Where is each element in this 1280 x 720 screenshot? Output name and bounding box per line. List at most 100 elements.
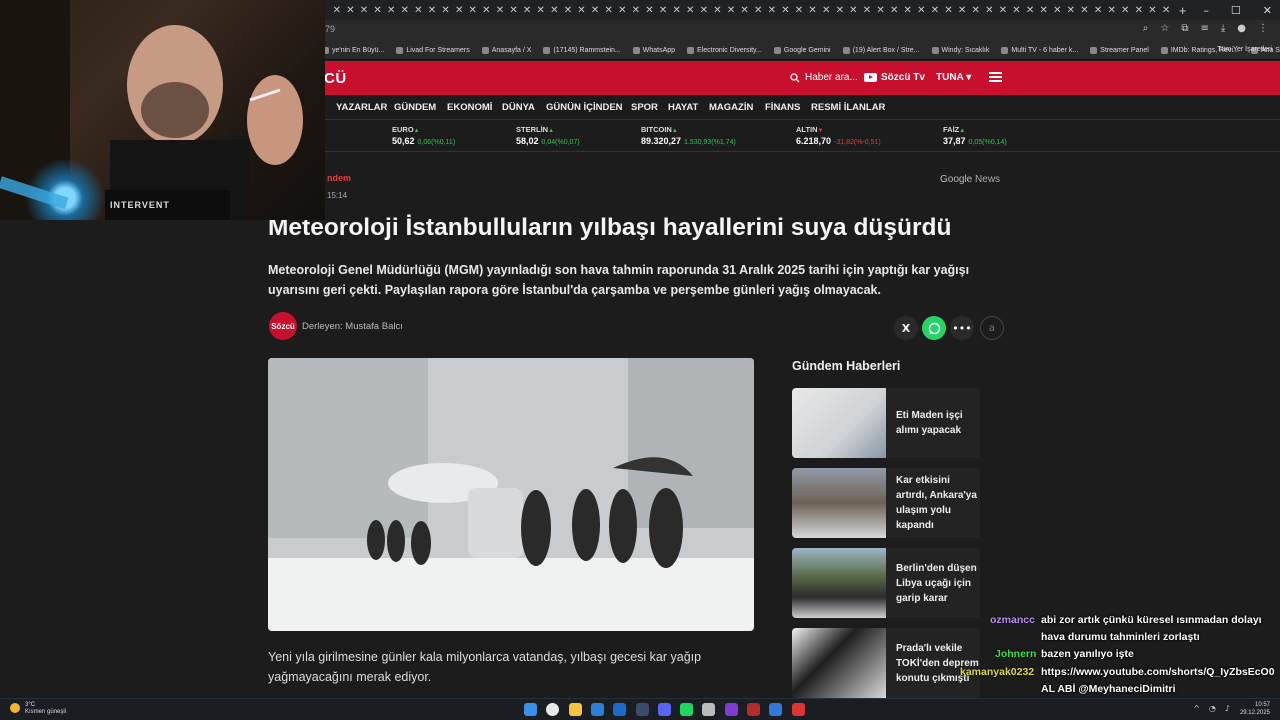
bookmark-item[interactable]: (19) Alert Box / Stre... [842,47,920,54]
nav-item[interactable]: SPOR [631,102,658,113]
tab-close-icon[interactable]: ✕ [819,0,833,20]
tab-close-icon[interactable]: ✕ [711,0,725,20]
tab-close-icon[interactable]: ✕ [398,0,412,20]
bookmark-item[interactable]: Multi TV - 6 haber k... [1001,47,1078,54]
tab-close-icon[interactable]: ✕ [371,0,385,20]
tab-close-icon[interactable]: ✕ [887,0,901,20]
tab-close-icon[interactable]: ✕ [507,0,521,20]
maximize-icon[interactable]: ☐ [1231,4,1241,17]
tab-close-icon[interactable]: ✕ [724,0,738,20]
tab-close-icon[interactable]: ✕ [1091,0,1105,20]
tab-close-icon[interactable]: ✕ [534,0,548,20]
steam-icon[interactable] [613,703,627,716]
share-whatsapp-button[interactable] [922,316,946,340]
volume-icon[interactable]: ♪ [1225,704,1230,713]
share-x-button[interactable]: X [894,316,918,340]
bookmark-item[interactable]: Google Gemini [773,47,831,54]
tab-close-icon[interactable]: ✕ [493,0,507,20]
tab-close-icon[interactable]: ✕ [1010,0,1024,20]
tab-close-icon[interactable]: ✕ [629,0,643,20]
bookmark-item[interactable]: Livad For Streamers [396,47,470,54]
app-icon[interactable] [769,703,783,716]
nav-item[interactable]: HAYAT [668,102,698,113]
tab-close-icon[interactable]: ✕ [330,0,344,20]
weather-widget[interactable]: 3°C Kısmen güneşli [25,702,66,716]
obs-icon[interactable] [791,703,805,716]
reader-icon[interactable]: ≡ [1200,23,1208,34]
tab-close-icon[interactable]: ✕ [847,0,861,20]
tab-close-icon[interactable]: ✕ [969,0,983,20]
tab-close-icon[interactable]: ✕ [357,0,371,20]
tab-close-icon[interactable]: ✕ [996,0,1010,20]
tab-close-icon[interactable]: ✕ [1050,0,1064,20]
tab-close-icon[interactable]: ✕ [955,0,969,20]
url-text[interactable]: 79 [325,24,335,34]
folder-icon[interactable] [568,703,582,716]
ticker-item[interactable]: ALTIN▼ 6.218,70 -31,82(%-0,51) [796,125,881,146]
tab-close-icon[interactable]: ✕ [874,0,888,20]
profile-icon[interactable]: ● [1237,23,1246,34]
site-logo[interactable]: CÜ [324,70,347,87]
tab-close-icon[interactable]: ✕ [1078,0,1092,20]
share-more-button[interactable]: ••• [950,316,974,340]
tab-close-icon[interactable]: ✕ [575,0,589,20]
tab-close-icon[interactable]: ✕ [425,0,439,20]
hamburger-menu-icon[interactable] [989,72,1002,82]
download-icon[interactable]: ⤓ [1221,23,1225,34]
tab-close-icon[interactable]: ✕ [602,0,616,20]
tab-close-icon[interactable]: ✕ [1159,0,1173,20]
tab-close-icon[interactable]: ✕ [480,0,494,20]
nav-item[interactable]: YAZARLAR [336,102,387,113]
tab-close-icon[interactable]: ✕ [1037,0,1051,20]
browser-icon[interactable] [546,703,560,716]
nav-item[interactable]: FİNANS [765,102,800,113]
tab-close-icon[interactable]: ✕ [806,0,820,20]
tab-close-icon[interactable]: ✕ [1132,0,1146,20]
system-clock[interactable]: 10:57 29.12.2025 [1240,701,1270,717]
sidebar-news-item[interactable]: Prada'lı vekile TOKİ'den deprem konutu ç… [792,628,980,698]
menu-dots-icon[interactable]: ⋮ [1258,23,1268,34]
ticker-item[interactable]: FAİZ▲ 37,87 0,05(%0,14) [943,125,1007,146]
extensions-icon[interactable]: ⧉ [1181,23,1188,34]
tab-close-icon[interactable]: ✕ [779,0,793,20]
tab-close-icon[interactable]: ✕ [833,0,847,20]
tab-close-icon[interactable]: ✕ [520,0,534,20]
tab-close-icon[interactable]: ✕ [901,0,915,20]
google-news-link[interactable]: Google News [940,174,1000,185]
tab-close-icon[interactable]: ✕ [656,0,670,20]
nav-item[interactable]: RESMİ İLANLAR [811,102,885,113]
sidebar-news-item[interactable]: Eti Maden işçi alımı yapacak [792,388,980,458]
tab-close-icon[interactable]: ✕ [344,0,358,20]
app-icon[interactable] [724,703,738,716]
tab-close-icon[interactable]: ✕ [860,0,874,20]
tab-close-icon[interactable]: ✕ [548,0,562,20]
bookmark-item[interactable]: (17145) Rammstein... [543,47,621,54]
sozcu-tv-link[interactable]: Sözcü Tv [864,72,925,83]
nav-item[interactable]: MAGAZİN [709,102,753,113]
tab-close-icon[interactable]: ✕ [751,0,765,20]
tab-close-icon[interactable]: ✕ [412,0,426,20]
app-icon[interactable] [702,703,716,716]
tab-close-icon[interactable]: ✕ [942,0,956,20]
bookmark-item[interactable]: Streamer Panel [1090,47,1149,54]
tab-close-icon[interactable]: ✕ [765,0,779,20]
author-name[interactable]: Derleyen: Mustafa Balcı [302,321,403,332]
spotify-icon[interactable] [680,703,694,716]
tab-close-icon[interactable]: ✕ [738,0,752,20]
minimize-icon[interactable]: – [1203,4,1209,17]
tray-chevron-icon[interactable]: ^ [1193,704,1200,713]
start-icon[interactable] [524,703,537,716]
all-bookmarks-link[interactable]: Tüm Yer İşaretleri [1217,46,1272,53]
nav-item[interactable]: EKONOMİ [447,102,492,113]
sidebar-news-item[interactable]: Berlin'den düşen Libya uçağı için garip … [792,548,980,618]
bookmark-item[interactable]: Electronic Diversity... [687,47,762,54]
new-tab-icon[interactable]: + [1179,3,1187,18]
tab-close-icon[interactable]: ✕ [983,0,997,20]
tab-close-icon[interactable]: ✕ [384,0,398,20]
ticker-item[interactable]: BITCOIN▲ 89.320,27 1.530,93(%1,74) [641,125,736,146]
bookmark-item[interactable]: Windy: Sıcaklık [931,47,989,54]
app-icon[interactable] [590,703,604,716]
tab-close-icon[interactable]: ✕ [439,0,453,20]
ticker-item[interactable]: EURO▲ 50,62 0,06(%0,11) [392,125,455,146]
tab-close-icon[interactable]: ✕ [615,0,629,20]
